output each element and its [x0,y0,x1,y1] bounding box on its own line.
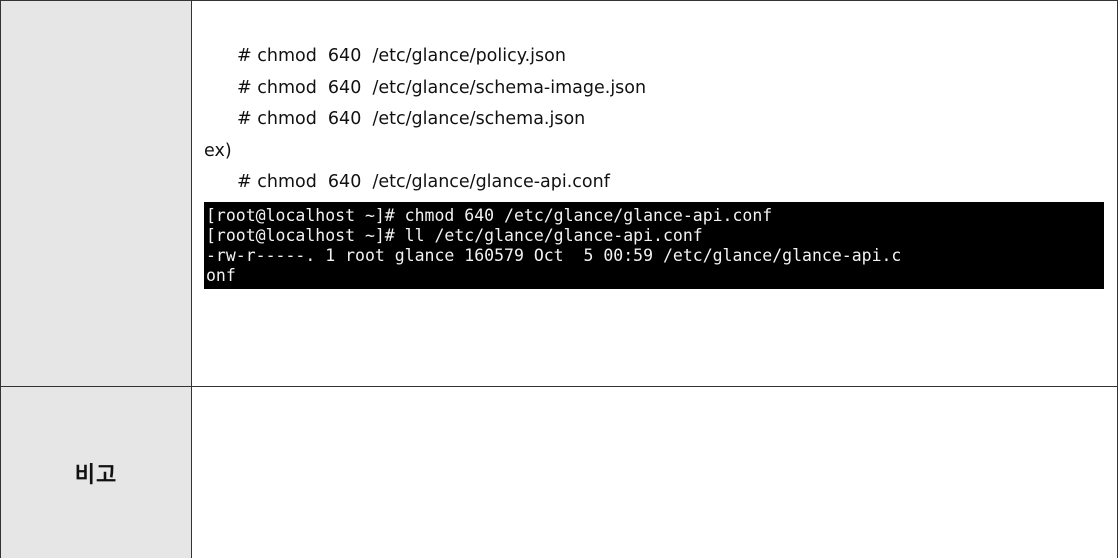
remark-label-cell: 비고 [0,386,192,558]
remark-content-cell [191,386,1118,558]
empty-label-cell [0,0,192,387]
content-cell: # chmod 640 /etc/glance/policy.json # ch… [191,0,1118,387]
command-line: # chmod 640 /etc/glance/policy.json [237,46,566,66]
remark-row: 비고 [0,386,1118,558]
document-table: # chmod 640 /etc/glance/policy.json # ch… [0,0,1118,558]
terminal-line: onf [206,265,236,285]
content-body: # chmod 640 /etc/glance/policy.json # ch… [192,1,1117,289]
terminal-line: -rw-r-----. 1 root glance 160579 Oct 5 0… [206,245,902,265]
terminal-line: [root@localhost ~]# chmod 640 /etc/glanc… [206,205,773,225]
remark-label: 비고 [74,462,118,488]
terminal-screenshot: [root@localhost ~]# chmod 640 /etc/glanc… [204,201,1104,289]
command-line: # chmod 640 /etc/glance/schema.json [237,109,586,129]
content-row: # chmod 640 /etc/glance/policy.json # ch… [0,0,1118,387]
command-line: # chmod 640 /etc/glance/schema-image.jso… [237,77,647,98]
terminal-line: [root@localhost ~]# ll /etc/glance/glanc… [206,225,703,245]
example-command-line: # chmod 640 /etc/glance/glance-api.conf [237,172,610,192]
example-label: ex) [204,140,232,161]
